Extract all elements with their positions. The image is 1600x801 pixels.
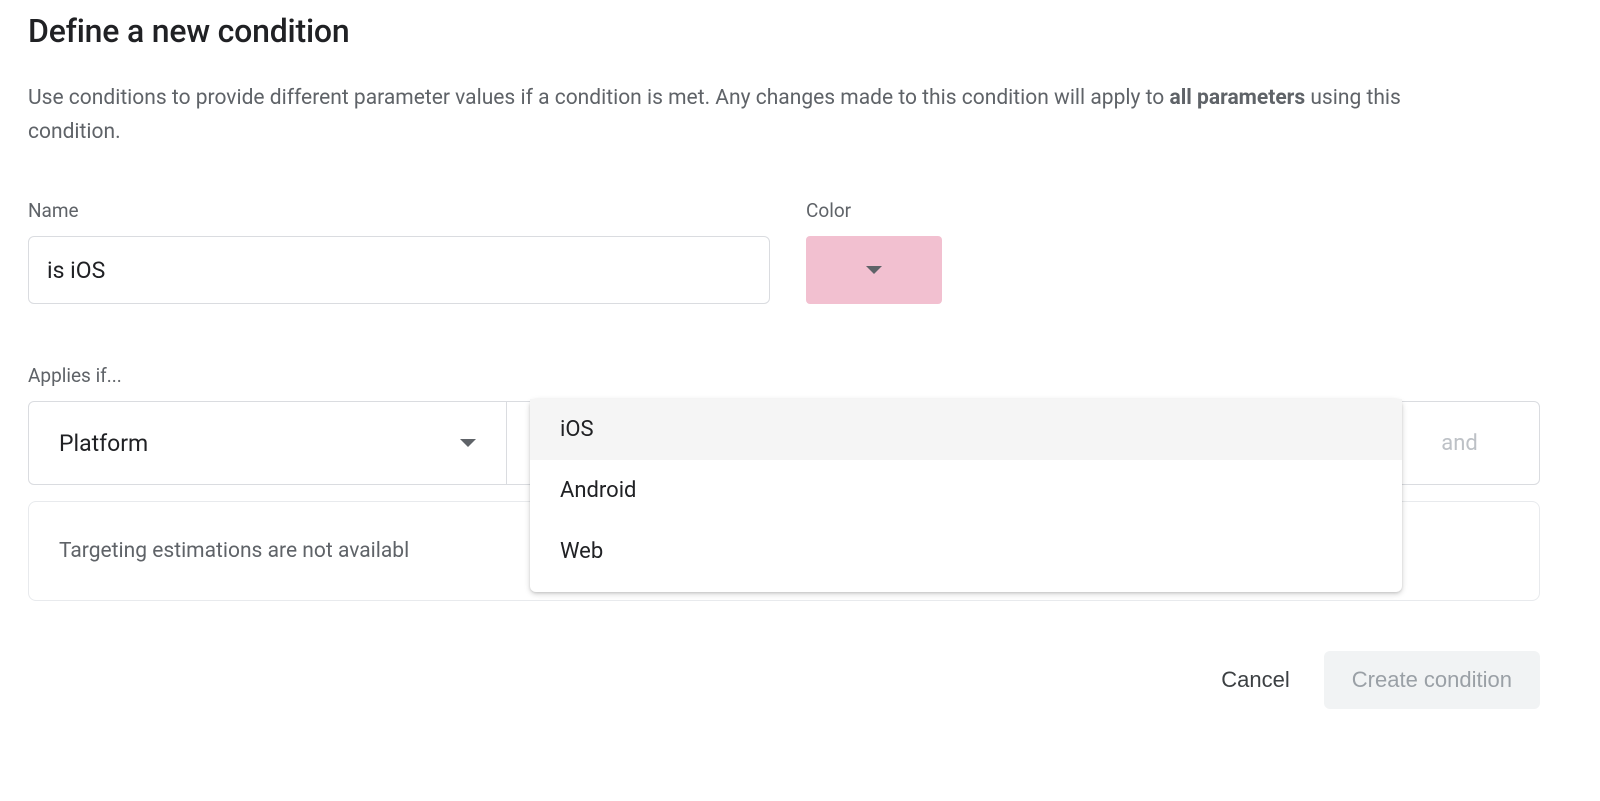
color-select[interactable] — [806, 236, 942, 304]
color-label: Color — [806, 199, 942, 222]
condition-type-value: Platform — [59, 430, 148, 457]
applies-if-label: Applies if... — [28, 364, 1572, 387]
dropdown-item-android[interactable]: Android — [530, 460, 1402, 521]
chevron-down-icon — [460, 439, 476, 447]
targeting-estimations-text: Targeting estimations are not availabl — [59, 539, 409, 563]
footer-actions: Cancel Create condition — [28, 651, 1540, 709]
description-pre: Use conditions to provide different para… — [28, 86, 1169, 110]
dropdown-item-ios[interactable]: iOS — [530, 399, 1402, 460]
dialog-description: Use conditions to provide different para… — [28, 82, 1488, 149]
description-bold: all parameters — [1169, 86, 1305, 110]
name-input[interactable] — [28, 236, 770, 304]
color-field-group: Color — [806, 199, 942, 304]
name-label: Name — [28, 199, 770, 222]
dialog-title: Define a new condition — [28, 12, 1572, 50]
platform-dropdown-menu: iOS Android Web — [530, 399, 1402, 592]
condition-type-select[interactable]: Platform — [29, 402, 507, 484]
create-condition-button[interactable]: Create condition — [1324, 651, 1540, 709]
and-button[interactable]: and — [1379, 402, 1539, 484]
dropdown-item-web[interactable]: Web — [530, 521, 1402, 582]
cancel-button[interactable]: Cancel — [1217, 659, 1293, 701]
chevron-down-icon — [866, 266, 882, 274]
name-field-group: Name — [28, 199, 770, 304]
